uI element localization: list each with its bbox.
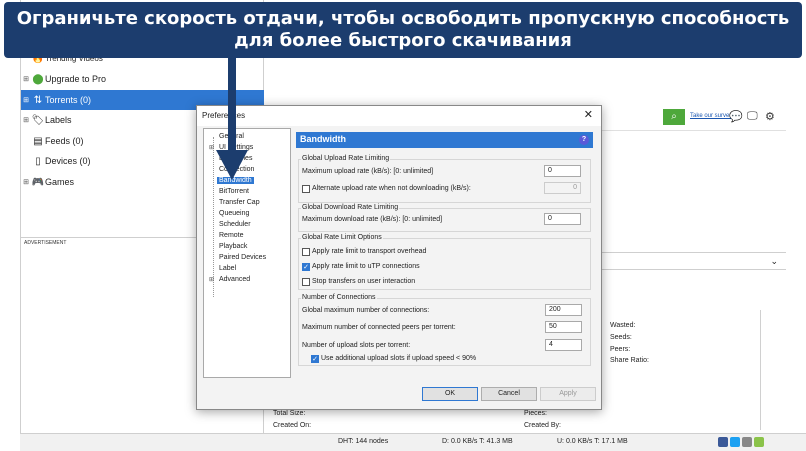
close-icon[interactable]: ✕	[584, 108, 593, 121]
stop-transfers-checkbox[interactable]	[302, 278, 310, 286]
cancel-button[interactable]: Cancel	[481, 387, 537, 401]
share-ratio-label: Share Ratio:	[610, 357, 649, 364]
search-button[interactable]: ⌕	[663, 109, 685, 125]
annotation-arrow-head	[216, 150, 248, 180]
tag-icon: 🏷	[31, 114, 45, 126]
device-icon: ▯	[35, 155, 41, 167]
peers-label: Peers:	[610, 346, 631, 353]
sidebar-item-label: Torrents (0)	[45, 95, 92, 105]
caption-text: Ограничьте скорость отдачи, чтобы освобо…	[16, 8, 790, 51]
chat-icon[interactable]: 💬	[729, 110, 743, 123]
wasted-label: Wasted:	[610, 322, 636, 329]
monitor-icon[interactable]: 🖵	[747, 110, 758, 123]
caption-banner: Ограничьте скорость отдачи, чтобы освобо…	[4, 2, 802, 58]
sidebar-item-label: Labels	[45, 115, 72, 125]
apple-icon[interactable]	[742, 436, 752, 447]
tree-item-advanced[interactable]: Advanced	[219, 276, 250, 283]
max-download-input[interactable]: 0	[544, 213, 581, 225]
total-size-label: Total Size:	[273, 410, 306, 417]
created-by-label: Created By:	[524, 422, 561, 429]
upload-slots-label: Number of upload slots per torrent:	[302, 342, 411, 349]
dialog-title: Preferences	[202, 111, 246, 120]
max-peers-label: Maximum number of connected peers per to…	[302, 324, 456, 331]
transport-overhead-checkbox[interactable]	[302, 248, 310, 256]
facebook-icon[interactable]	[718, 436, 728, 447]
preferences-dialog: Preferences ✕ General ⊞ UI Settings Dire…	[196, 105, 602, 410]
survey-link[interactable]: Take our survey	[690, 113, 732, 119]
panel-header: Bandwidth ?	[296, 132, 593, 148]
search-icon: ⌕	[671, 111, 677, 122]
expand-icon[interactable]: ⊞	[209, 276, 214, 283]
tree-item-remote[interactable]: Remote	[219, 232, 244, 239]
sidebar-item-label: Games	[45, 177, 75, 187]
help-icon[interactable]: ?	[579, 135, 589, 145]
tree-item-transfer-cap[interactable]: Transfer Cap	[219, 199, 260, 206]
expand-icon[interactable]: ⊞	[21, 178, 31, 186]
android-icon[interactable]	[754, 436, 764, 447]
upload-status: U: 0.0 KB/s T: 17.1 MB	[557, 438, 628, 445]
seeds-label: Seeds:	[610, 334, 632, 341]
gamepad-icon: 🎮	[31, 176, 45, 188]
max-download-label: Maximum download rate (kB/s): [0: unlimi…	[302, 216, 443, 223]
max-connections-input[interactable]: 200	[545, 304, 582, 316]
expand-icon[interactable]: ⊞	[21, 96, 31, 104]
download-status: D: 0.0 KB/s T: 41.3 MB	[442, 438, 513, 445]
expand-icon[interactable]: ⊞	[21, 75, 31, 83]
tree-item-scheduler[interactable]: Scheduler	[219, 221, 251, 228]
details-scrollbar[interactable]	[760, 310, 768, 430]
created-on-label: Created On:	[273, 422, 312, 429]
sidebar-item-label: Devices (0)	[45, 156, 91, 166]
expand-icon[interactable]: ⊞	[21, 116, 31, 124]
max-peers-input[interactable]: 50	[545, 321, 582, 333]
expand-icon[interactable]: ⊞	[209, 144, 214, 151]
chevron-down-icon[interactable]: ⌄	[770, 256, 778, 267]
gear-icon[interactable]: ⚙	[765, 110, 775, 123]
upload-slots-input[interactable]: 4	[545, 339, 582, 351]
extra-slots-label: Use additional upload slots if upload sp…	[321, 355, 477, 362]
apply-button[interactable]: Apply	[540, 387, 596, 401]
tree-item-playback[interactable]: Playback	[219, 243, 247, 250]
panel-title: Bandwidth	[300, 134, 346, 144]
upgrade-icon: ⬤	[32, 73, 44, 85]
upload-group-title: Global Upload Rate Limiting	[301, 155, 391, 162]
twitter-icon[interactable]	[730, 436, 740, 447]
pieces-label: Pieces:	[524, 410, 547, 417]
tree-item-queueing[interactable]: Queueing	[219, 210, 249, 217]
feed-icon: ▤	[33, 135, 43, 147]
utp-checkbox[interactable]: ✓	[302, 263, 310, 271]
tree-item-label[interactable]: Label	[219, 265, 236, 272]
torrents-icon: ⇅	[33, 94, 43, 106]
max-upload-label: Maximum upload rate (kB/s): [0: unlimite…	[302, 168, 434, 175]
limit-options-title: Global Rate Limit Options	[301, 234, 383, 241]
utp-label: Apply rate limit to uTP connections	[312, 263, 420, 270]
ok-button[interactable]: OK	[422, 387, 478, 401]
tree-item-bittorrent[interactable]: BitTorrent	[219, 188, 249, 195]
max-upload-input[interactable]: 0	[544, 165, 581, 177]
annotation-arrow-shaft	[228, 56, 236, 156]
alt-upload-label: Alternate upload rate when not downloadi…	[312, 185, 471, 192]
tree-item-paired-devices[interactable]: Paired Devices	[219, 254, 266, 261]
max-connections-label: Global maximum number of connections:	[302, 307, 430, 314]
alt-upload-checkbox[interactable]	[302, 185, 310, 193]
sidebar-item-label: Feeds (0)	[45, 136, 84, 146]
extra-slots-checkbox[interactable]: ✓	[311, 355, 319, 363]
status-bar: DHT: 144 nodes D: 0.0 KB/s T: 41.3 MB U:…	[20, 433, 806, 451]
dialog-titlebar: Preferences ✕	[197, 106, 601, 126]
transport-overhead-label: Apply rate limit to transport overhead	[312, 248, 427, 255]
connections-title: Number of Connections	[301, 294, 377, 301]
sidebar-item-label: Upgrade to Pro	[45, 74, 107, 84]
dht-status: DHT: 144 nodes	[338, 438, 389, 445]
download-group-title: Global Download Rate Limiting	[301, 204, 400, 211]
alt-upload-input[interactable]: 0	[544, 182, 581, 194]
stop-transfers-label: Stop transfers on user interaction	[312, 278, 416, 285]
